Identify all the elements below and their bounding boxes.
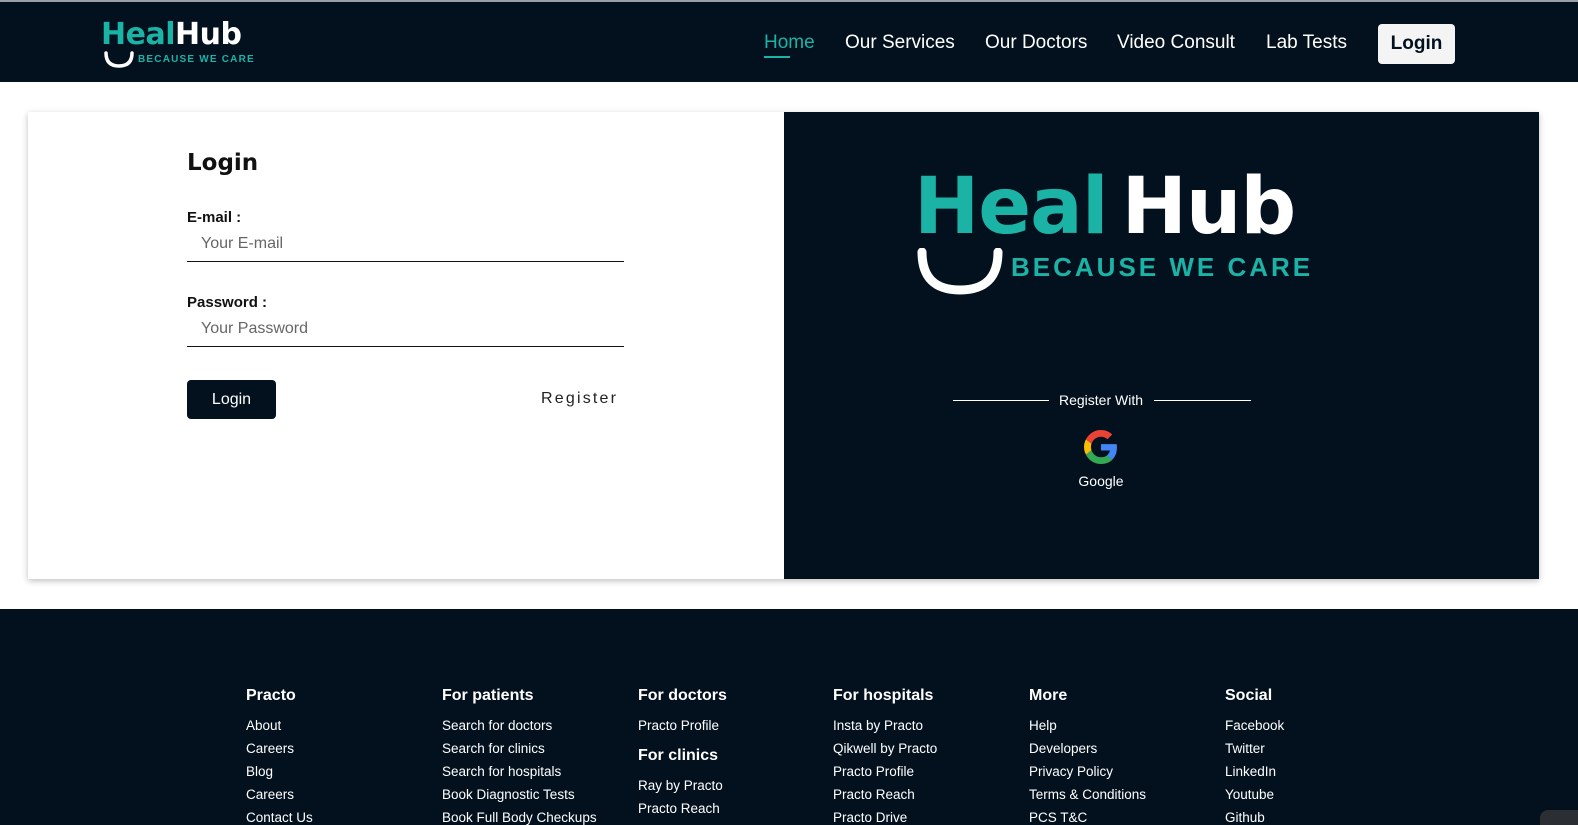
divider-left (953, 400, 1049, 401)
login-form-panel: Login E-mail : Password : Login Register (28, 112, 784, 579)
footer-link-youtube[interactable]: Youtube (1225, 783, 1284, 806)
large-brand-hub-text: Hub (1121, 162, 1297, 252)
footer-heading: More (1029, 687, 1068, 704)
footer-link[interactable]: Careers (246, 737, 313, 760)
brand-tagline: BECAUSE WE CARE (138, 54, 255, 65)
nav-home[interactable]: Home (764, 32, 815, 54)
divider-right (1154, 400, 1251, 401)
large-brand-logo: Heal Hub BECAUSE WE CARE (914, 162, 1314, 302)
footer-link[interactable]: Developers (1029, 737, 1146, 760)
large-brand-tagline: BECAUSE WE CARE (1011, 252, 1314, 282)
footer-col-for-doctors: For doctors Practo Profile For clinics R… (638, 687, 727, 820)
footer-link[interactable]: Practo Profile (638, 714, 727, 737)
brand-heal-text: Heal (101, 17, 175, 52)
password-label: Password : (187, 294, 268, 311)
register-with-label: Register With (1058, 392, 1144, 408)
footer-link[interactable]: Blog (246, 760, 313, 783)
large-brand-wordmark: Heal Hub (914, 162, 1297, 252)
footer-heading: For hospitals (833, 687, 934, 704)
login-card: Login E-mail : Password : Login Register… (28, 112, 1539, 579)
brand-wordmark: HealHub (101, 18, 251, 52)
footer-link[interactable]: Search for clinics (442, 737, 597, 760)
nav-login-button[interactable]: Login (1378, 24, 1455, 64)
nav-our-services[interactable]: Our Services (845, 32, 955, 54)
footer-link[interactable]: Terms & Conditions (1029, 783, 1146, 806)
footer-link-github[interactable]: Github (1225, 806, 1284, 825)
footer-link[interactable]: Practo Reach (833, 783, 937, 806)
footer-link[interactable]: Practo Drive (833, 806, 937, 825)
footer-col-for-hospitals: For hospitals Insta by Practo Qikwell by… (833, 687, 937, 825)
footer-heading: Practo (246, 687, 296, 704)
footer-link[interactable]: About (246, 714, 313, 737)
footer-link[interactable]: Book Diagnostic Tests (442, 783, 597, 806)
google-label: Google (1078, 473, 1124, 489)
nav-active-underline (764, 56, 790, 58)
footer-col-practo: Practo About Careers Blog Careers Contac… (246, 687, 313, 825)
footer-link[interactable]: Practo Reach (638, 797, 727, 820)
brand-hub-text: Hub (174, 17, 242, 52)
footer-link[interactable]: Search for doctors (442, 714, 597, 737)
footer-link[interactable]: Insta by Practo (833, 714, 937, 737)
footer-link-facebook[interactable]: Facebook (1225, 714, 1284, 737)
google-icon (1084, 430, 1117, 464)
footer-link[interactable]: Search for hospitals (442, 760, 597, 783)
email-label: E-mail : (187, 209, 242, 226)
footer-link-linkedin[interactable]: LinkedIn (1225, 760, 1284, 783)
password-field[interactable] (187, 311, 624, 347)
large-brand-heal-text: Heal (914, 162, 1109, 252)
footer-link[interactable]: Help (1029, 714, 1146, 737)
nav-our-doctors[interactable]: Our Doctors (985, 32, 1087, 54)
nav-lab-tests[interactable]: Lab Tests (1266, 32, 1347, 54)
footer-heading: For doctors (638, 687, 727, 704)
nav-video-consult[interactable]: Video Consult (1117, 32, 1235, 54)
footer-link[interactable]: Practo Profile (833, 760, 937, 783)
register-panel: Heal Hub BECAUSE WE CARE Register With Go… (784, 112, 1539, 579)
scroll-to-top-button[interactable] (1540, 810, 1578, 825)
footer-heading: For patients (442, 687, 534, 704)
email-field[interactable] (187, 226, 624, 262)
google-register-button[interactable]: Google (1070, 430, 1132, 492)
login-title: Login (187, 150, 259, 176)
footer-heading: Social (1225, 687, 1273, 704)
footer-col-more: More Help Developers Privacy Policy Term… (1029, 687, 1146, 825)
footer-link-twitter[interactable]: Twitter (1225, 737, 1284, 760)
footer-heading: For clinics (638, 747, 719, 764)
footer-col-social: Social Facebook Twitter LinkedIn Youtube… (1225, 687, 1284, 825)
top-navbar: HealHub BECAUSE WE CARE Home Our Service… (0, 0, 1578, 82)
login-submit-button[interactable]: Login (187, 380, 276, 419)
brand-logo[interactable]: HealHub BECAUSE WE CARE (101, 18, 254, 74)
smile-icon (104, 51, 134, 68)
footer-link[interactable]: Privacy Policy (1029, 760, 1146, 783)
footer-link[interactable]: Qikwell by Practo (833, 737, 937, 760)
footer-col-for-patients: For patients Search for doctors Search f… (442, 687, 597, 825)
footer-link[interactable]: Contact Us (246, 806, 313, 825)
large-smile-icon (917, 248, 1003, 295)
footer-link[interactable]: PCS T&C (1029, 806, 1146, 825)
footer-link[interactable]: Ray by Practo (638, 774, 727, 797)
site-footer: Practo About Careers Blog Careers Contac… (0, 609, 1578, 825)
register-link[interactable]: Register (541, 390, 618, 408)
footer-link[interactable]: Book Full Body Checkups (442, 806, 597, 825)
footer-link[interactable]: Careers (246, 783, 313, 806)
